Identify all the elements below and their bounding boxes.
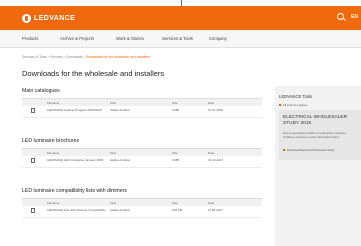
sidebar: LEDVANCE Tools All tools at a glance ELE…	[275, 86, 361, 246]
nav-item-services-tools[interactable]: Services & Tools	[162, 36, 193, 41]
main-navigation: Products Archive & Projects Work & Stori…	[0, 30, 361, 48]
file-name[interactable]: LEDVANCE LED luminaires January 2018	[47, 158, 103, 162]
file-date: 31.10.2017	[208, 158, 224, 162]
study-download-link[interactable]: Download Electrical Wholesaler Study	[283, 148, 353, 152]
file-size: 3 MB	[172, 108, 180, 112]
column-header-size: Size	[172, 151, 178, 155]
pdf-file-icon	[31, 158, 35, 163]
breadcrumb-current: Downloads for the wholesale and installe…	[85, 55, 151, 59]
download-section: Main catalogues Filename Kind Size Date …	[22, 86, 262, 118]
column-header-filename: Filename	[47, 151, 60, 155]
table-row[interactable]: LEDVANCE Auto-Dim Dimmer Compatibility A…	[22, 206, 262, 218]
column-header-kind: Kind	[110, 101, 117, 105]
column-header-filename: Filename	[47, 201, 60, 205]
pdf-file-icon	[31, 108, 35, 113]
breadcrumb-item[interactable]: Services	[50, 55, 63, 59]
column-header-size: Size	[172, 201, 178, 205]
file-size: 145 KB	[172, 208, 182, 212]
table-header: Filename Kind Size Date	[22, 99, 262, 106]
arrow-bullet-icon	[279, 104, 281, 107]
column-header-kind: Kind	[110, 201, 117, 205]
section-title: LED luminaire compatibility lists with d…	[22, 186, 262, 199]
section-title: LED luminaire brochures	[22, 136, 262, 149]
download-section: LED luminaire compatibility lists with d…	[22, 186, 262, 218]
breadcrumb-item[interactable]: Downloads	[66, 55, 83, 59]
nav-item-products[interactable]: Products	[22, 36, 39, 41]
search-icon[interactable]	[337, 13, 344, 20]
column-header-kind: Kind	[110, 151, 117, 155]
section-title: Main catalogues	[22, 86, 262, 99]
table-header: Filename Kind Size Date	[22, 149, 262, 156]
file-kind: Adobe Acrobat	[110, 108, 130, 112]
study-description: How is specialized retailer in a disrupt…	[283, 131, 347, 139]
brand-logo[interactable]: LEDVANCE	[22, 13, 76, 23]
study-card: ELECTRICAL WHOLESALER STUDY 2018 How is …	[279, 110, 361, 160]
file-name[interactable]: LEDVANCE Lighting Program 2018/2019	[47, 108, 102, 112]
site-header: LEDVANCE EN	[0, 6, 361, 30]
table-row[interactable]: LEDVANCE LED luminaires January 2018 Ado…	[22, 156, 262, 168]
arrow-bullet-icon	[283, 149, 285, 152]
breadcrumb: Services & Tools › Services › Downloads …	[22, 55, 151, 59]
tools-title: LEDVANCE Tools	[279, 94, 313, 99]
tools-link[interactable]: All tools at a glance	[279, 103, 307, 107]
nav-item-archive-projects[interactable]: Archive & Projects	[60, 36, 94, 41]
file-date: 07.07.2018	[208, 108, 224, 112]
file-size: 3 MB	[172, 158, 180, 162]
study-title: ELECTRICAL WHOLESALER STUDY 2018	[283, 115, 348, 126]
file-date: 11.06.2017	[208, 208, 223, 212]
column-header-date: Date	[208, 101, 215, 105]
column-header-filename: Filename	[47, 101, 60, 105]
download-section: LED luminaire brochures Filename Kind Si…	[22, 136, 262, 168]
brand-name: LEDVANCE	[34, 14, 76, 22]
column-header-date: Date	[208, 151, 215, 155]
tools-link-label: All tools at a glance	[283, 103, 308, 107]
table-row[interactable]: LEDVANCE Lighting Program 2018/2019 Adob…	[22, 106, 262, 118]
pdf-file-icon	[31, 208, 35, 213]
table-header: Filename Kind Size Date	[22, 199, 262, 206]
language-switch[interactable]: EN	[351, 14, 358, 20]
study-download-label: Download Electrical Wholesaler Study	[287, 148, 335, 152]
file-kind: Adobe Acrobat	[110, 158, 130, 162]
downloads-list: Main catalogues Filename Kind Size Date …	[22, 86, 262, 218]
nav-item-work-stories[interactable]: Work & Stories	[116, 36, 144, 41]
file-name[interactable]: LEDVANCE Auto-Dim Dimmer Compatibility	[47, 208, 105, 212]
ledvance-logo-icon	[22, 13, 31, 23]
column-header-date: Date	[208, 201, 215, 205]
breadcrumb-item[interactable]: Services & Tools	[22, 55, 47, 59]
nav-item-company[interactable]: Company	[209, 36, 227, 41]
file-kind: Adobe Acrobat	[110, 208, 130, 212]
page-title: Downloads for the wholesale and installe…	[22, 69, 165, 78]
column-header-size: Size	[172, 101, 178, 105]
